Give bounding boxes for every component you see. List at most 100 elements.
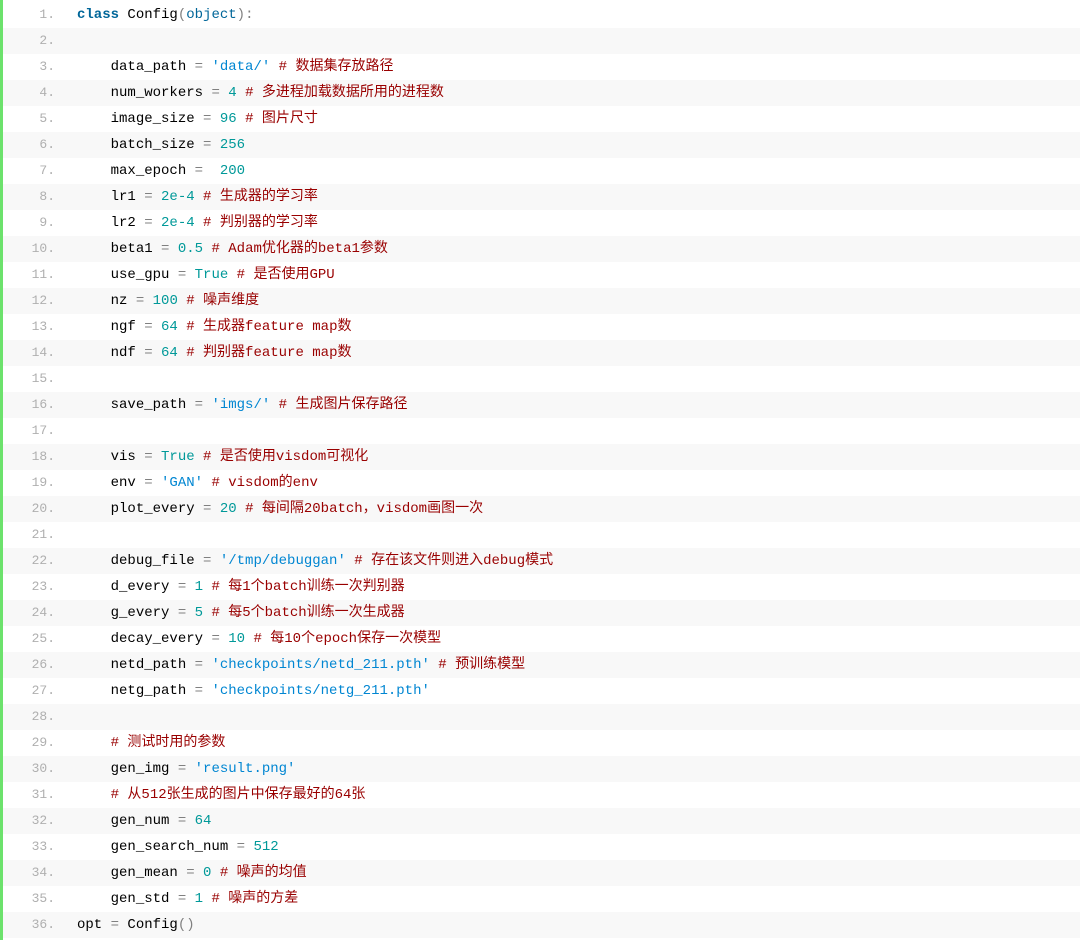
line-number: 11. — [3, 262, 65, 288]
token-p — [270, 59, 278, 75]
token-c: # 存在该文件则进入debug模式 — [354, 553, 553, 569]
token-n: 64 — [195, 813, 212, 829]
token-op: = — [144, 189, 161, 205]
code-line: 22. debug_file = '/tmp/debuggan' # 存在该文件… — [3, 548, 1080, 574]
code-line: 13. ngf = 64 # 生成器feature map数 — [3, 314, 1080, 340]
line-number: 20. — [3, 496, 65, 522]
code-line: 32. gen_num = 64 — [3, 808, 1080, 834]
token-p — [77, 59, 111, 75]
code-source: use_gpu = True # 是否使用GPU — [65, 262, 335, 288]
code-line: 30. gen_img = 'result.png' — [3, 756, 1080, 782]
token-op: = — [178, 579, 195, 595]
token-p — [77, 293, 111, 309]
code-source: num_workers = 4 # 多进程加载数据所用的进程数 — [65, 80, 444, 106]
token-op: = — [203, 111, 220, 127]
code-line: 8. lr1 = 2e-4 # 生成器的学习率 — [3, 184, 1080, 210]
token-n: 1 — [195, 891, 203, 907]
line-number: 16. — [3, 392, 65, 418]
code-line: 11. use_gpu = True # 是否使用GPU — [3, 262, 1080, 288]
code-line: 25. decay_every = 10 # 每10个epoch保存一次模型 — [3, 626, 1080, 652]
token-op: = — [144, 215, 161, 231]
code-source: beta1 = 0.5 # Adam优化器的beta1参数 — [65, 236, 388, 262]
token-c: # 数据集存放路径 — [279, 59, 394, 75]
line-number: 10. — [3, 236, 65, 262]
token-op: = — [195, 59, 212, 75]
line-number: 14. — [3, 340, 65, 366]
code-line: 34. gen_mean = 0 # 噪声的均值 — [3, 860, 1080, 886]
code-line: 24. g_every = 5 # 每5个batch训练一次生成器 — [3, 600, 1080, 626]
code-source: image_size = 96 # 图片尺寸 — [65, 106, 318, 132]
token-p — [77, 215, 111, 231]
code-source: lr2 = 2e-4 # 判别器的学习率 — [65, 210, 318, 236]
code-line: 6. batch_size = 256 — [3, 132, 1080, 158]
token-c: # 判别器feature map数 — [186, 345, 351, 361]
token-op: = — [195, 397, 212, 413]
token-op: = — [186, 865, 203, 881]
token-p: ( — [178, 7, 186, 23]
token-op: = — [178, 891, 195, 907]
token-p — [77, 267, 111, 283]
token-id: save_path — [111, 397, 195, 413]
line-number: 15. — [3, 366, 65, 392]
token-id: plot_every — [111, 501, 203, 517]
token-p — [77, 735, 111, 751]
token-op: = — [195, 683, 212, 699]
code-line: 23. d_every = 1 # 每1个batch训练一次判别器 — [3, 574, 1080, 600]
token-id: lr2 — [111, 215, 145, 231]
code-line: 17. — [3, 418, 1080, 444]
token-id: gen_num — [111, 813, 178, 829]
line-number: 9. — [3, 210, 65, 236]
line-number: 26. — [3, 652, 65, 678]
token-c: # Adam优化器的beta1参数 — [211, 241, 387, 257]
token-p — [77, 397, 111, 413]
token-c: # 噪声的均值 — [220, 865, 307, 881]
token-op: = — [144, 319, 161, 335]
line-number: 1. — [3, 2, 65, 28]
code-line: 1.class Config(object): — [3, 2, 1080, 28]
code-line: 10. beta1 = 0.5 # Adam优化器的beta1参数 — [3, 236, 1080, 262]
token-n: 200 — [220, 163, 245, 179]
token-p — [195, 215, 203, 231]
token-id: gen_std — [111, 891, 178, 907]
code-source: gen_std = 1 # 噪声的方差 — [65, 886, 298, 912]
token-p — [77, 345, 111, 361]
token-n: 96 — [220, 111, 237, 127]
code-source: opt = Config() — [65, 912, 195, 938]
token-p — [77, 449, 111, 465]
line-number: 5. — [3, 106, 65, 132]
code-source: batch_size = 256 — [65, 132, 245, 158]
token-p — [178, 319, 186, 335]
token-n: 20 — [220, 501, 237, 517]
code-line: 27. netg_path = 'checkpoints/netg_211.pt… — [3, 678, 1080, 704]
token-id: gen_img — [111, 761, 178, 777]
token-n: 2e-4 — [161, 215, 195, 231]
token-p — [77, 787, 111, 803]
token-c: # 每10个epoch保存一次模型 — [253, 631, 441, 647]
token-p — [228, 267, 236, 283]
code-source: class Config(object): — [65, 2, 253, 28]
line-number: 8. — [3, 184, 65, 210]
token-n: 100 — [153, 293, 178, 309]
line-number: 36. — [3, 912, 65, 938]
token-k: class — [77, 7, 127, 23]
code-source: gen_search_num = 512 — [65, 834, 279, 860]
line-number: 22. — [3, 548, 65, 574]
token-p — [237, 111, 245, 127]
token-s: 'checkpoints/netd_211.pth' — [211, 657, 429, 673]
token-s: 'imgs/' — [211, 397, 270, 413]
token-id: gen_search_num — [111, 839, 237, 855]
token-id: env — [111, 475, 145, 491]
token-p — [77, 501, 111, 517]
code-source: d_every = 1 # 每1个batch训练一次判别器 — [65, 574, 405, 600]
token-c: # 测试时用的参数 — [111, 735, 226, 751]
code-line: 29. # 测试时用的参数 — [3, 730, 1080, 756]
code-source: ngf = 64 # 生成器feature map数 — [65, 314, 351, 340]
code-line: 5. image_size = 96 # 图片尺寸 — [3, 106, 1080, 132]
token-s: 'result.png' — [195, 761, 296, 777]
token-op: = — [178, 761, 195, 777]
token-c: # 生成器feature map数 — [186, 319, 351, 335]
token-id: ndf — [111, 345, 145, 361]
token-p — [77, 605, 111, 621]
token-p — [237, 501, 245, 517]
line-number: 6. — [3, 132, 65, 158]
